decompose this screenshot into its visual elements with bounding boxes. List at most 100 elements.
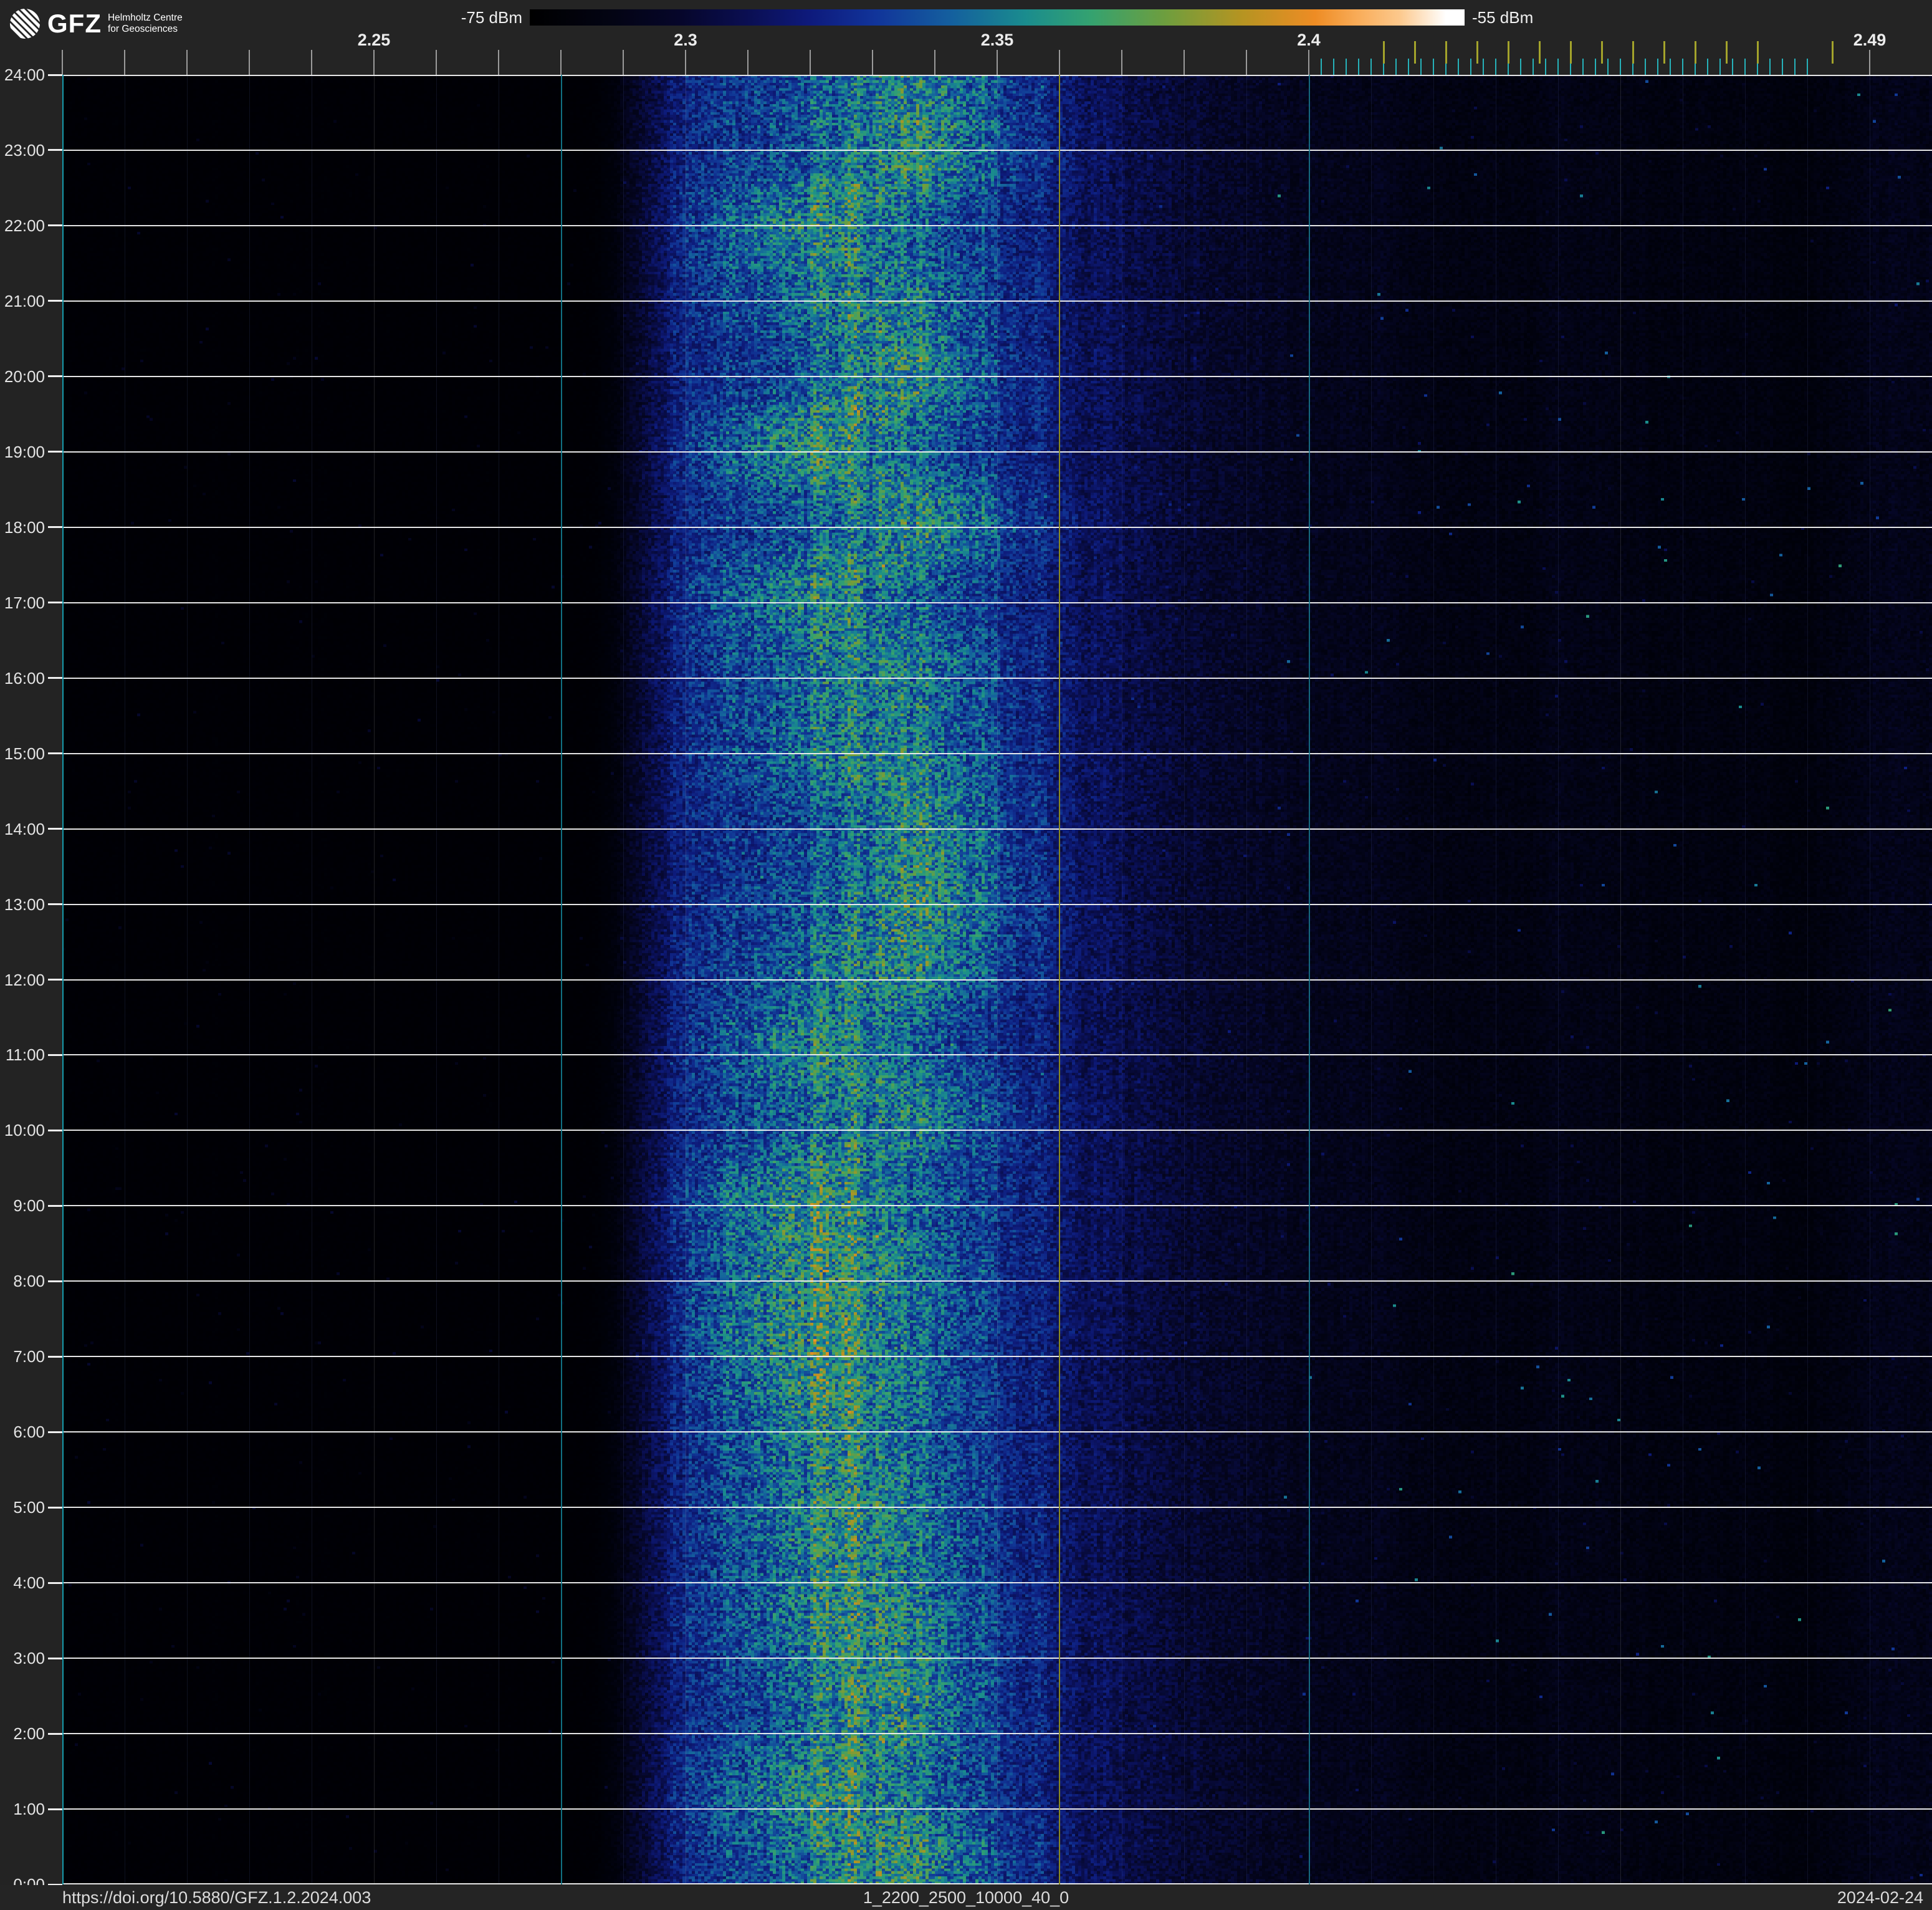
ble-channel-tick — [1769, 59, 1771, 75]
spectrogram-page: GFZ Helmholtz Centre for Geosciences -75… — [0, 0, 1932, 1910]
time-tick-label: 5:00 — [13, 1498, 45, 1517]
freq-minor-tick — [1121, 50, 1122, 75]
ble-channel-tick — [1433, 59, 1434, 75]
time-tick-label: 9:00 — [13, 1196, 45, 1216]
ble-channel-tick — [1408, 59, 1409, 75]
gfz-globe-icon — [9, 7, 41, 40]
hour-gridline — [62, 1130, 1932, 1131]
time-tick-label: 24:00 — [4, 65, 45, 84]
time-tick-mark — [48, 1204, 62, 1207]
wifi-channel-tick — [1694, 41, 1696, 64]
wifi-channel-tick — [1476, 41, 1478, 64]
time-tick-mark — [48, 224, 62, 227]
freq-minor-tick — [124, 50, 125, 75]
time-tick-label: 22:00 — [4, 216, 45, 235]
time-tick-mark — [48, 1657, 62, 1659]
time-tick-mark — [48, 149, 62, 151]
ble-channel-tick — [1719, 59, 1721, 75]
time-tick-mark — [48, 1506, 62, 1509]
wifi-channel-tick — [1413, 41, 1416, 64]
time-tick-label: 4:00 — [13, 1573, 45, 1593]
hour-gridline — [62, 1658, 1932, 1659]
freq-minor-tick — [747, 50, 748, 75]
colorbar-min-label: -75 dBm — [461, 8, 522, 27]
time-tick-label: 11:00 — [5, 1045, 45, 1065]
time-tick-label: 23:00 — [4, 140, 45, 160]
hour-gridline — [62, 526, 1932, 528]
time-tick-label: 10:00 — [4, 1121, 45, 1140]
ble-channel-tick — [1545, 59, 1546, 75]
header-bar: GFZ Helmholtz Centre for Geosciences -75… — [0, 0, 1932, 75]
time-tick-mark — [48, 526, 62, 529]
time-tick-mark — [48, 752, 62, 755]
gfz-brand-text: GFZ — [47, 9, 102, 38]
freq-tick-label: 2.49 — [1853, 31, 1887, 49]
wifi-channel-tick — [1663, 41, 1665, 64]
hour-gridline — [62, 1582, 1932, 1584]
freq-minor-tick — [1059, 50, 1060, 75]
freq-minor-tick — [498, 50, 499, 75]
ble-channel-tick — [1595, 59, 1596, 75]
time-tick-mark — [48, 74, 62, 76]
hour-gridline — [62, 602, 1932, 603]
hour-gridline — [62, 1808, 1932, 1810]
ble-channel-tick — [1782, 59, 1783, 75]
gfz-org-text: Helmholtz Centre for Geosciences — [108, 12, 183, 35]
freq-minor-tick — [373, 50, 375, 75]
dataset-id-label: 1_2200_2500_10000_40_0 — [863, 1888, 1069, 1907]
freq-minor-tick — [1308, 50, 1309, 75]
hour-gridline — [62, 1054, 1932, 1056]
spectrogram-plot — [62, 75, 1932, 1884]
time-tick-label: 3:00 — [13, 1649, 45, 1668]
ble-channel-tick — [1346, 59, 1347, 75]
time-tick-mark — [48, 979, 62, 981]
wifi-channel-tick — [1725, 41, 1728, 64]
ble-channel-tick — [1657, 59, 1658, 75]
time-tick-mark — [48, 1280, 62, 1282]
hour-gridline — [62, 1431, 1932, 1433]
freq-minor-tick — [623, 50, 624, 75]
freq-minor-tick — [560, 50, 562, 75]
ble-channel-tick — [1321, 59, 1322, 75]
freq-tick-label: 2.25 — [357, 31, 391, 49]
time-tick-label: 1:00 — [13, 1800, 45, 1819]
hour-gridline — [62, 375, 1932, 377]
ble-channel-tick — [1807, 59, 1808, 75]
time-tick-mark — [48, 1129, 62, 1131]
freq-minor-tick — [685, 50, 686, 75]
frequency-marker-line — [1059, 75, 1060, 1884]
time-tick-label: 16:00 — [4, 668, 45, 688]
colorbar-max-label: -55 dBm — [1472, 8, 1534, 27]
time-tick-mark — [48, 451, 62, 453]
freq-minor-tick — [810, 50, 811, 75]
wifi-channel-tick — [1569, 41, 1572, 64]
freq-minor-tick — [311, 50, 312, 75]
wifi-channel-tick — [1756, 41, 1759, 64]
time-tick-mark — [48, 375, 62, 378]
ble-channel-tick — [1533, 59, 1534, 75]
footer-bar: https://doi.org/10.5880/GFZ.1.2.2024.003… — [0, 1885, 1932, 1910]
ble-channel-tick — [1370, 59, 1372, 75]
wifi-channel-tick — [1632, 41, 1634, 64]
ble-channel-tick — [1607, 59, 1609, 75]
freq-minor-tick — [1869, 50, 1870, 75]
ble-channel-tick — [1458, 59, 1459, 75]
ble-channel-tick — [1495, 59, 1496, 75]
hour-gridline — [62, 828, 1932, 830]
wifi-channel-tick — [1538, 41, 1541, 64]
time-tick-label: 6:00 — [13, 1423, 45, 1442]
segment-boundary-line — [62, 75, 64, 1884]
time-tick-label: 14:00 — [4, 819, 45, 838]
time-tick-label: 8:00 — [13, 1272, 45, 1291]
ble-channel-tick — [1420, 59, 1422, 75]
time-tick-mark — [48, 1732, 62, 1735]
freq-tick-label: 2.35 — [980, 31, 1014, 49]
hour-gridline — [62, 1733, 1932, 1735]
freq-minor-tick — [186, 50, 188, 75]
ble-channel-tick — [1732, 59, 1733, 75]
org-line2: for Geosciences — [107, 24, 178, 34]
freq-minor-tick — [249, 50, 250, 75]
hour-gridline — [62, 1883, 1932, 1884]
time-tick-label: 2:00 — [13, 1724, 45, 1744]
freq-tick-label: 2.4 — [1297, 31, 1321, 49]
